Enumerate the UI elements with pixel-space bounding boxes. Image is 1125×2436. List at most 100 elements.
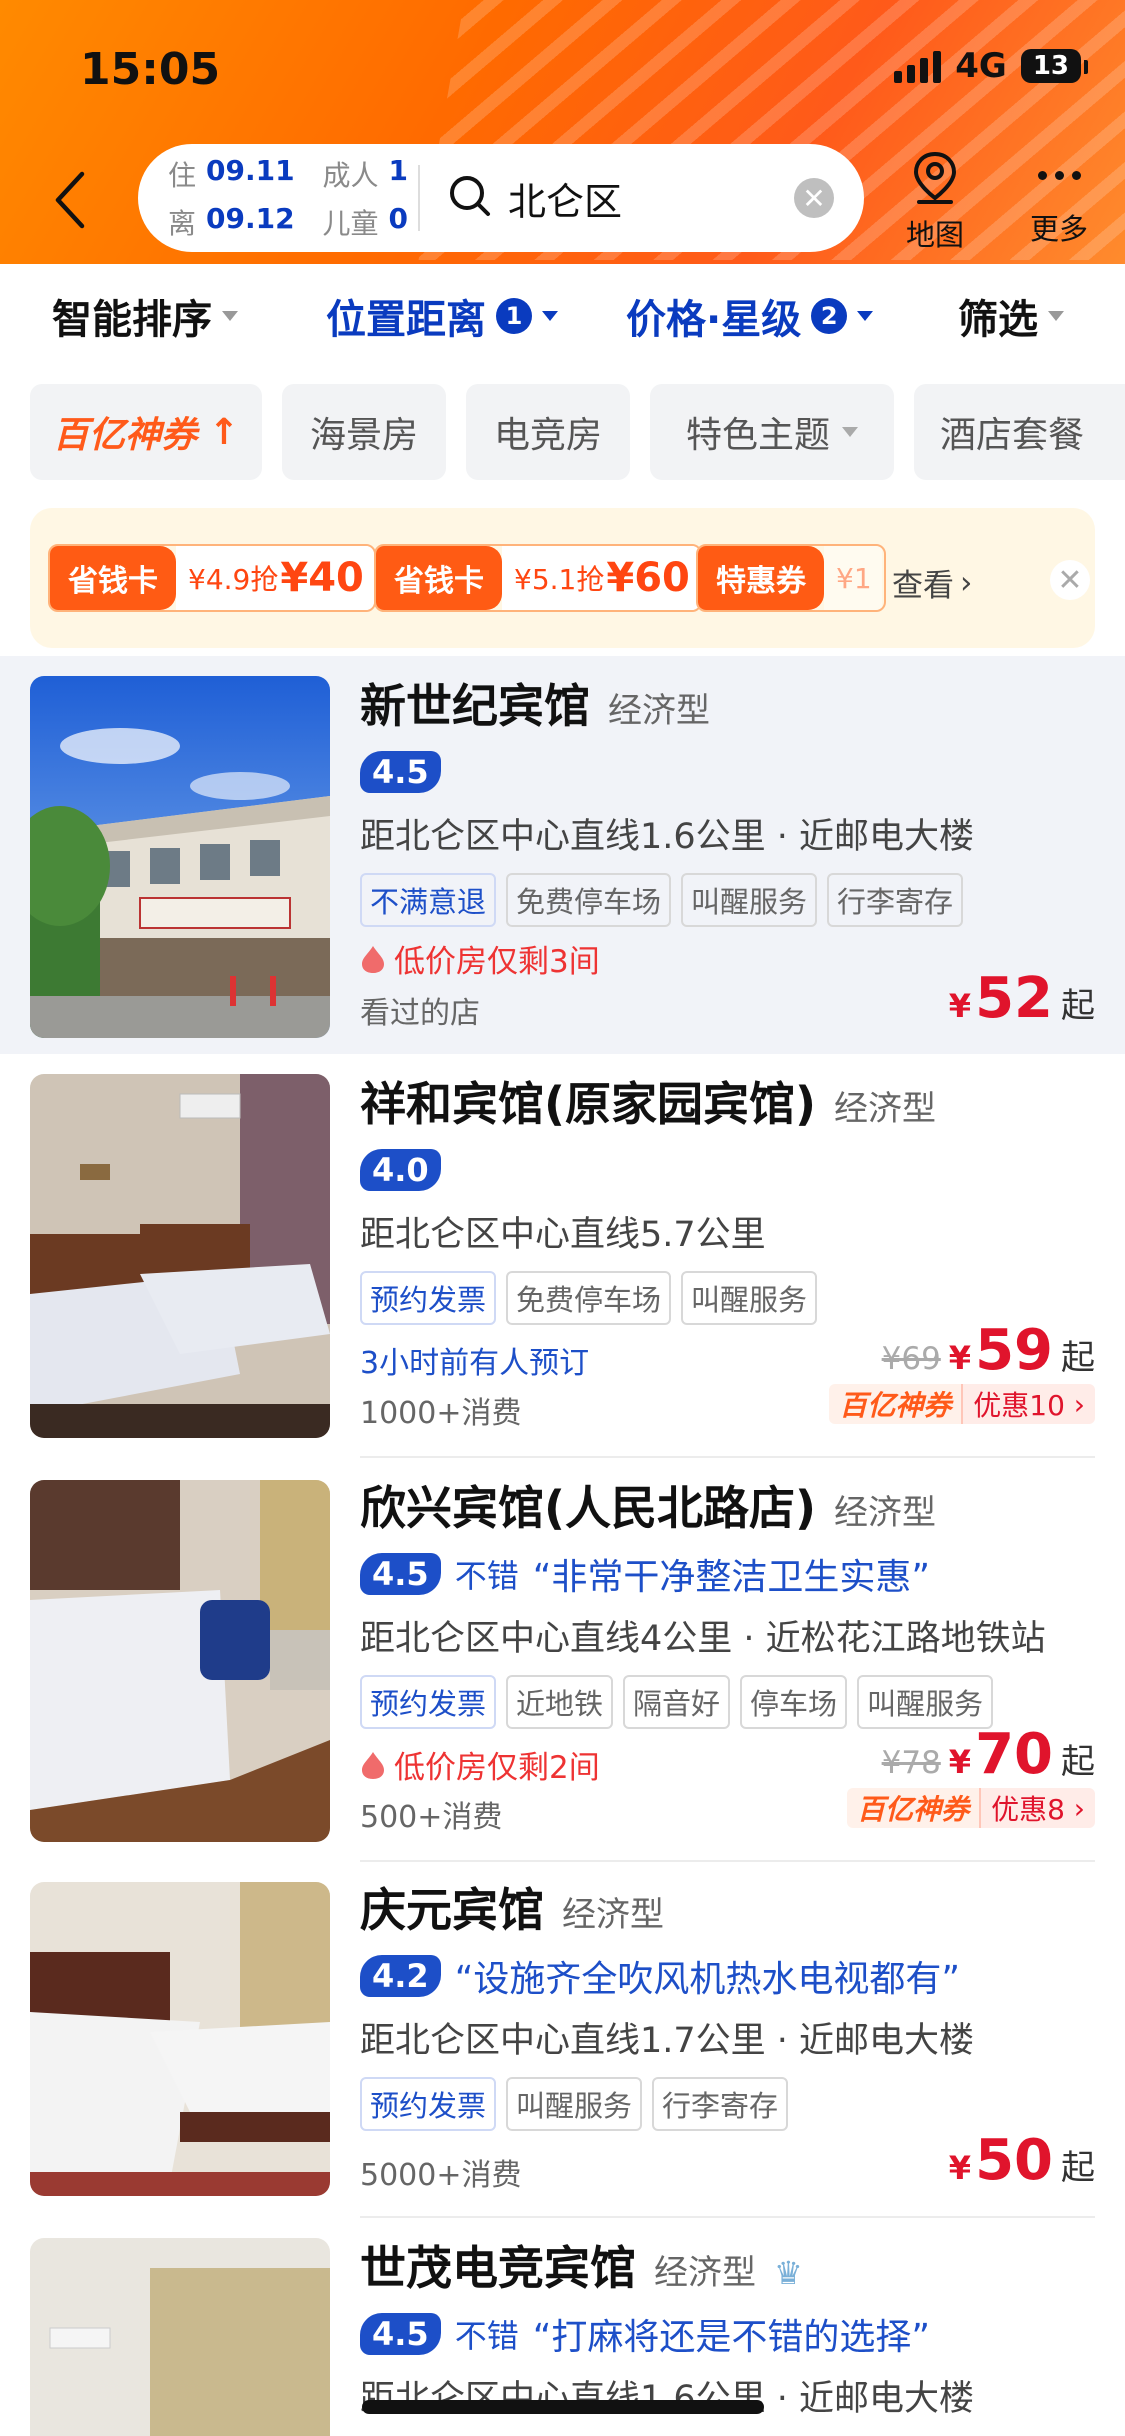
coupon-value: ¥60 xyxy=(606,555,690,601)
facility-chip: 隔音好 xyxy=(623,1675,731,1729)
caret-down-icon xyxy=(222,311,238,321)
hotel-info: 新世纪宾馆 经济型 4.5 距北仑区中心直线1.6公里 · 近邮电大楼 不满意退… xyxy=(360,670,1095,927)
checkout-date: 09.12 xyxy=(206,202,295,235)
hotel-card[interactable]: 庆元宾馆 经济型 4.2 “设施齐全吹风机热水电视都有” 距北仑区中心直线1.7… xyxy=(0,1860,1125,2218)
distance-count-badge: 1 xyxy=(496,298,532,334)
discount-badge[interactable]: 百亿神券 优惠10 › xyxy=(829,1384,1095,1424)
coupon-card[interactable]: 省钱卡 ¥5.1抢 ¥60 xyxy=(374,544,702,612)
battery-icon: 13 xyxy=(1020,49,1089,83)
hotel-card[interactable]: 新世纪宾馆 经济型 4.5 距北仑区中心直线1.6公里 · 近邮电大楼 不满意退… xyxy=(0,656,1125,1054)
price-value: 52 xyxy=(975,966,1053,1031)
tag-label: 特色主题 xyxy=(685,415,830,456)
consume-count: 500+消费 xyxy=(360,1800,503,1835)
price-currency: ¥ xyxy=(948,1743,972,1781)
back-button[interactable] xyxy=(42,168,98,232)
hotel-photo xyxy=(30,1480,330,1842)
hotel-photo xyxy=(30,676,330,1038)
chevron-left-icon xyxy=(55,171,85,229)
rating-word: 不错 xyxy=(454,2317,519,2355)
price-suffix: 起 xyxy=(1061,1338,1095,1378)
clear-search-button[interactable]: ✕ xyxy=(794,178,834,218)
tag-seaview[interactable]: 海景房 xyxy=(282,384,446,480)
price-currency: ¥ xyxy=(948,2149,972,2187)
coupon-card[interactable]: 特惠券 ¥1 xyxy=(696,544,886,612)
low-room-notice: 低价房仅剩3间 xyxy=(360,936,600,981)
coupon-strip: 省钱卡 ¥4.9抢 ¥40 省钱卡 ¥5.1抢 ¥60 特惠券 ¥1 查看 › ✕ xyxy=(30,508,1095,648)
low-room-notice: 低价房仅剩2间 xyxy=(360,1742,600,1787)
rating-score: 4.5 xyxy=(360,1553,441,1595)
status-icons: 4G 13 xyxy=(894,46,1089,86)
sort-price-label: 价格·星级 xyxy=(626,297,802,343)
tag-theme[interactable]: 特色主题 xyxy=(650,384,894,480)
header: 15:05 4G 13 住 09.11 成人 1 离 09.12 儿童 0 北仑… xyxy=(0,0,1125,264)
coupon-see-more[interactable]: 查看 › xyxy=(892,560,972,605)
sort-smart[interactable]: 智能排序 xyxy=(52,287,238,345)
close-icon: ✕ xyxy=(1057,562,1083,598)
facility-chip: 行李寄存 xyxy=(652,2077,789,2131)
hotel-photo xyxy=(30,2238,330,2436)
hotel-name: 庆元宾馆 xyxy=(360,1883,544,1937)
facility-chip: 行李寄存 xyxy=(827,873,964,927)
hotel-price: ¥69 ¥59 起 xyxy=(882,1318,1095,1383)
review-quote: “非常干净整洁卫生实惠” xyxy=(532,1557,931,1598)
hotel-card[interactable]: 祥和宾馆(原家园宾馆) 经济型 4.0 距北仑区中心直线5.7公里 预约发票 免… xyxy=(0,1054,1125,1458)
caret-down-icon xyxy=(857,311,874,321)
original-price: ¥69 xyxy=(881,1341,941,1377)
discount-brand: 百亿神券 xyxy=(829,1384,962,1424)
hotel-distance: 距北仑区中心直线1.7公里 · 近邮电大楼 xyxy=(360,2021,975,2061)
tag-esports[interactable]: 电竞房 xyxy=(466,384,630,480)
search-divider xyxy=(418,165,420,231)
child-label: 儿童 xyxy=(322,207,379,240)
coupon-label: 特惠券 xyxy=(698,546,824,610)
tag-promo[interactable]: 百亿神券 ↑ xyxy=(30,384,262,480)
signal-icon xyxy=(894,49,942,83)
search-query: 北仑区 xyxy=(508,179,623,224)
tag-label: 海景房 xyxy=(309,415,418,456)
facility-chip: 叫醒服务 xyxy=(506,2077,643,2131)
hotel-distance: 距北仑区中心直线4公里 · 近松花江路地铁站 xyxy=(360,1619,1046,1659)
sort-filter[interactable]: 筛选 xyxy=(958,287,1064,345)
map-button[interactable]: 地图 xyxy=(906,150,964,254)
hotel-price: ¥50 起 xyxy=(949,2128,1095,2193)
crown-icon: ♛ xyxy=(774,2254,803,2292)
sort-price[interactable]: 价格·星级 2 xyxy=(626,287,874,345)
discount-badge[interactable]: 百亿神券 优惠8 › xyxy=(847,1788,1095,1828)
more-dots-icon xyxy=(1037,150,1081,200)
sort-bar: 智能排序 位置距离 1 价格·星级 2 筛选 xyxy=(0,264,1125,368)
hotel-facilities: 预约发票 免费停车场 叫醒服务 xyxy=(360,1271,1095,1325)
map-pin-icon xyxy=(913,151,957,204)
review-quote: “设施齐全吹风机热水电视都有” xyxy=(454,1959,960,2000)
hotel-facilities: 不满意退 免费停车场 叫醒服务 行李寄存 xyxy=(360,873,1095,927)
date-guest-selector[interactable]: 住 09.11 成人 1 离 09.12 儿童 0 xyxy=(138,154,408,242)
low-room-text: 低价房仅剩2间 xyxy=(394,1750,600,1786)
tag-package[interactable]: 酒店套餐 xyxy=(914,384,1125,480)
coupon-label: 省钱卡 xyxy=(50,546,176,610)
hotel-name: 祥和宾馆(原家园宾馆) xyxy=(360,1077,817,1131)
hotel-name: 欣兴宾馆(人民北路店) xyxy=(360,1481,817,1535)
search-icon xyxy=(448,174,492,222)
facility-chip: 免费停车场 xyxy=(506,1271,672,1325)
hotel-type: 经济型 xyxy=(608,691,710,731)
tag-label: 电竞房 xyxy=(493,415,602,456)
coupon-card[interactable]: 省钱卡 ¥4.9抢 ¥40 xyxy=(48,544,376,612)
price-value: 50 xyxy=(975,2128,1053,2193)
coupon-prefix: ¥4.9抢 xyxy=(188,563,279,596)
checkin-date: 09.11 xyxy=(206,154,295,187)
low-room-text: 低价房仅剩3间 xyxy=(394,944,600,980)
sort-distance[interactable]: 位置距离 1 xyxy=(326,287,558,345)
facility-chip: 免费停车场 xyxy=(506,873,672,927)
hotel-price: ¥78 ¥70 起 xyxy=(882,1722,1095,1787)
rating-word: 不错 xyxy=(454,1557,519,1595)
recent-booking-notice: 3小时前有人预订 xyxy=(360,1346,590,1381)
price-suffix: 起 xyxy=(1061,1742,1095,1782)
see-more-label: 查看 xyxy=(892,568,954,604)
hotel-card[interactable]: 欣兴宾馆(人民北路店) 经济型 4.5 不错 “非常干净整洁卫生实惠” 距北仑区… xyxy=(0,1458,1125,1862)
price-suffix: 起 xyxy=(1061,2148,1095,2188)
more-button[interactable]: 更多 xyxy=(1030,150,1088,248)
price-currency: ¥ xyxy=(948,987,972,1025)
hotel-facilities: 预约发票 近地铁 隔音好 停车场 叫醒服务 xyxy=(360,1675,1095,1729)
hotel-name: 新世纪宾馆 xyxy=(360,679,590,733)
close-coupon-strip-button[interactable]: ✕ xyxy=(1050,560,1090,600)
search-bar[interactable]: 住 09.11 成人 1 离 09.12 儿童 0 北仑区 ✕ xyxy=(138,144,864,252)
coupon-label: 省钱卡 xyxy=(376,546,502,610)
